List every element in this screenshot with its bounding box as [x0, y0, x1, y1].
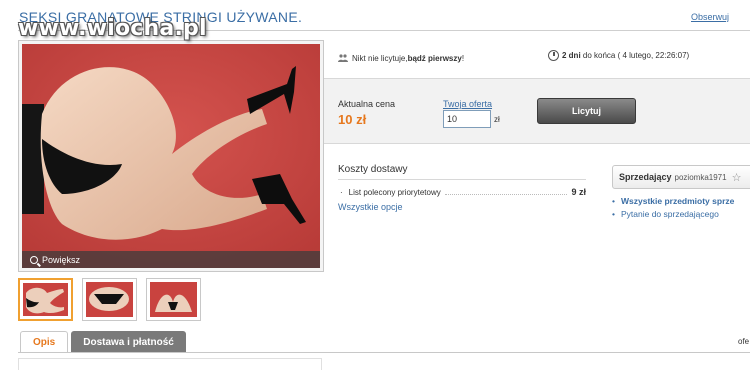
- bullet-icon: •: [612, 209, 615, 219]
- seller-links: • Wszystkie przedmioty sprze • Pytanie d…: [612, 196, 734, 222]
- zoom-label: Powiększ: [42, 255, 81, 265]
- main-photo[interactable]: Powiększ: [22, 44, 320, 268]
- thumbnail-strip: [18, 278, 201, 321]
- time-left: 2 dni do końca ( 4 lutego, 22:26:07): [562, 51, 689, 60]
- zoom-button[interactable]: Powiększ: [30, 255, 80, 265]
- shipping-method-row: · List polecony priorytetowy 9 zł: [338, 187, 586, 197]
- tab-description[interactable]: Opis: [20, 331, 69, 353]
- bid-button[interactable]: Licytuj: [537, 98, 636, 124]
- thumbnail-3[interactable]: [146, 278, 201, 321]
- thumbnail-1-image: [23, 283, 68, 316]
- your-offer-label[interactable]: Twoja oferta: [443, 99, 492, 109]
- shipping-method-price: 9 zł: [571, 187, 586, 197]
- bullet-icon: •: [612, 196, 615, 206]
- dotted-leader: [444, 189, 568, 195]
- clock-icon: [548, 50, 559, 61]
- auction-status-row: Nikt nie licytuje, bądź pierwszy ! 2 dni…: [338, 50, 750, 66]
- time-left-deadline: do końca ( 4 lutego, 22:26:07): [580, 51, 690, 60]
- bid-amount-input[interactable]: [443, 110, 491, 128]
- tab-delivery-payment[interactable]: Dostawa i płatność: [71, 331, 186, 353]
- bidders-icon: [338, 54, 348, 62]
- shipping-method-name: List polecony priorytetowy: [348, 187, 441, 197]
- site-watermark: www.wiocha.pl: [18, 16, 207, 41]
- bid-panel: Aktualna cena 10 zł Twoja oferta zł Licy…: [324, 79, 750, 144]
- star-icon: ☆: [731, 171, 742, 184]
- photo-caption-bar: Powiększ: [22, 251, 320, 268]
- observe-link[interactable]: Obserwuj: [691, 12, 729, 22]
- bullet-icon: ·: [340, 187, 343, 197]
- seller-box: Sprzedający poziomka1971 ☆: [612, 165, 750, 189]
- truncated-label: ofe: [738, 337, 750, 346]
- seller-label: Sprzedający: [619, 172, 672, 182]
- current-price-label: Aktualna cena: [338, 99, 396, 109]
- thumbnail-1[interactable]: [18, 278, 73, 321]
- main-photo-frame[interactable]: Powiększ: [18, 40, 324, 272]
- thumbnail-3-image: [150, 282, 197, 317]
- offer-currency: zł: [494, 115, 500, 124]
- details-tabs: Opis Dostawa i płatność: [20, 331, 186, 353]
- all-seller-items-link[interactable]: Wszystkie przedmioty sprze: [621, 196, 734, 206]
- main-photo-image: [22, 44, 320, 268]
- current-price-value: 10 zł: [338, 112, 367, 127]
- tabs-divider: [18, 352, 750, 353]
- magnifier-icon: [30, 256, 38, 264]
- shipping-section: Koszty dostawy · List polecony priorytet…: [338, 164, 586, 212]
- shipping-title: Koszty dostawy: [338, 164, 586, 180]
- description-content-box: [18, 358, 322, 370]
- seller-link-question: • Pytanie do sprzedającego: [612, 209, 734, 219]
- be-first-text: bądź pierwszy: [407, 53, 462, 63]
- be-first-suffix: !: [461, 53, 465, 63]
- seller-link-all-items: • Wszystkie przedmioty sprze: [612, 196, 734, 206]
- all-shipping-options-link[interactable]: Wszystkie opcje: [338, 202, 586, 212]
- thumbnail-2-image: [86, 282, 133, 317]
- thumbnail-2[interactable]: [82, 278, 137, 321]
- time-left-days: 2 dni: [562, 51, 581, 60]
- no-bids-text: Nikt nie licytuje,: [352, 53, 408, 63]
- ask-seller-link[interactable]: Pytanie do sprzedającego: [621, 209, 719, 219]
- seller-name[interactable]: poziomka1971: [675, 173, 727, 182]
